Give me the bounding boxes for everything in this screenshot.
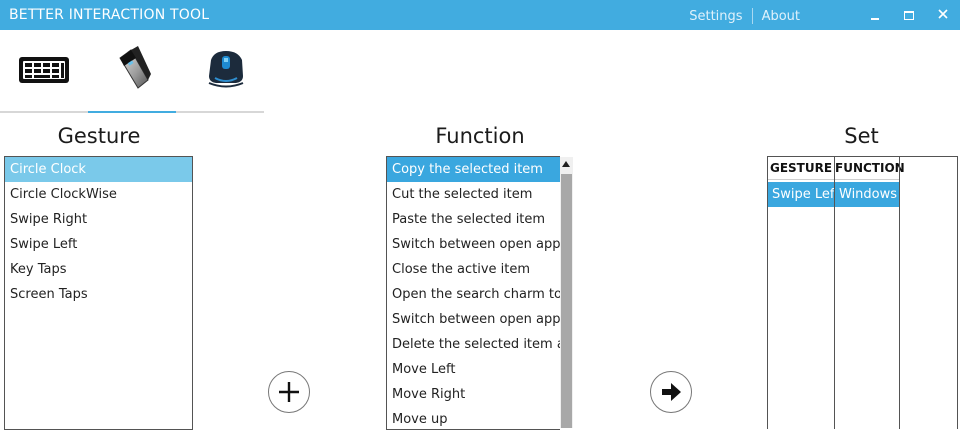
minimize-icon [871, 18, 879, 20]
tab-headset[interactable] [176, 36, 264, 110]
gesture-heading: Gesture [57, 124, 141, 148]
list-item[interactable]: Move Left [387, 357, 560, 382]
list-item[interactable]: Key Taps [5, 257, 192, 282]
list-item[interactable]: Swipe Left [5, 232, 192, 257]
tab-keyboard[interactable] [0, 36, 88, 110]
scroll-up-arrow-icon[interactable] [562, 161, 570, 167]
list-item[interactable]: Switch between open apps [387, 232, 560, 257]
function-heading: Function [435, 124, 525, 148]
list-item[interactable]: Swipe Right [5, 207, 192, 232]
about-link[interactable]: About [762, 9, 800, 24]
headset-device-icon [208, 51, 244, 88]
tab-handheld[interactable] [88, 36, 176, 110]
column-divider [899, 157, 900, 429]
settings-link[interactable]: Settings [689, 9, 742, 24]
set-grid[interactable]: GESTURE FUNCTION Swipe Left Windows h [767, 156, 958, 429]
list-item[interactable]: Close the active item [387, 257, 560, 282]
add-icon [279, 382, 299, 402]
link-divider [751, 8, 753, 24]
minimize-button[interactable] [865, 6, 885, 24]
maximize-icon [904, 11, 914, 20]
close-icon [938, 9, 948, 19]
keyboard-icon [19, 57, 69, 83]
arrow-right-icon [662, 383, 681, 401]
list-item[interactable]: Move Right [387, 382, 560, 407]
list-item[interactable]: Switch between open apps (ex [387, 307, 560, 332]
set-heading: Set [844, 124, 879, 148]
scroll-thumb[interactable] [561, 174, 572, 428]
list-item[interactable]: Move up [387, 407, 560, 429]
list-item[interactable]: Copy the selected item [387, 157, 560, 182]
grid-cell-gesture[interactable]: Swipe Left [768, 182, 834, 207]
list-item[interactable]: Circle Clock [5, 157, 192, 182]
function-list[interactable]: Copy the selected item Cut the selected … [386, 156, 560, 430]
grid-cell-function[interactable]: Windows h [835, 182, 899, 207]
close-button[interactable] [933, 6, 953, 24]
active-tab-indicator [88, 111, 176, 113]
title-bar: BETTER INTERACTION TOOL Settings About [0, 0, 960, 30]
handheld-controller-icon [119, 46, 151, 89]
maximize-button[interactable] [899, 6, 919, 24]
column-header-gesture[interactable]: GESTURE [768, 157, 834, 179]
list-item[interactable]: Delete the selected item and n [387, 332, 560, 357]
add-button[interactable] [268, 371, 310, 413]
top-links: Settings About [689, 8, 800, 24]
function-scrollbar[interactable] [560, 157, 573, 428]
list-item[interactable]: Circle ClockWise [5, 182, 192, 207]
column-header-function[interactable]: FUNCTION [835, 157, 905, 179]
list-item[interactable]: Screen Taps [5, 282, 192, 307]
list-item[interactable]: Open the search charm to sear [387, 282, 560, 307]
app-title: BETTER INTERACTION TOOL [9, 7, 210, 23]
gesture-list[interactable]: Circle Clock Circle ClockWise Swipe Righ… [4, 156, 193, 430]
apply-button[interactable] [650, 371, 692, 413]
list-item[interactable]: Cut the selected item [387, 182, 560, 207]
list-item[interactable]: Paste the selected item [387, 207, 560, 232]
